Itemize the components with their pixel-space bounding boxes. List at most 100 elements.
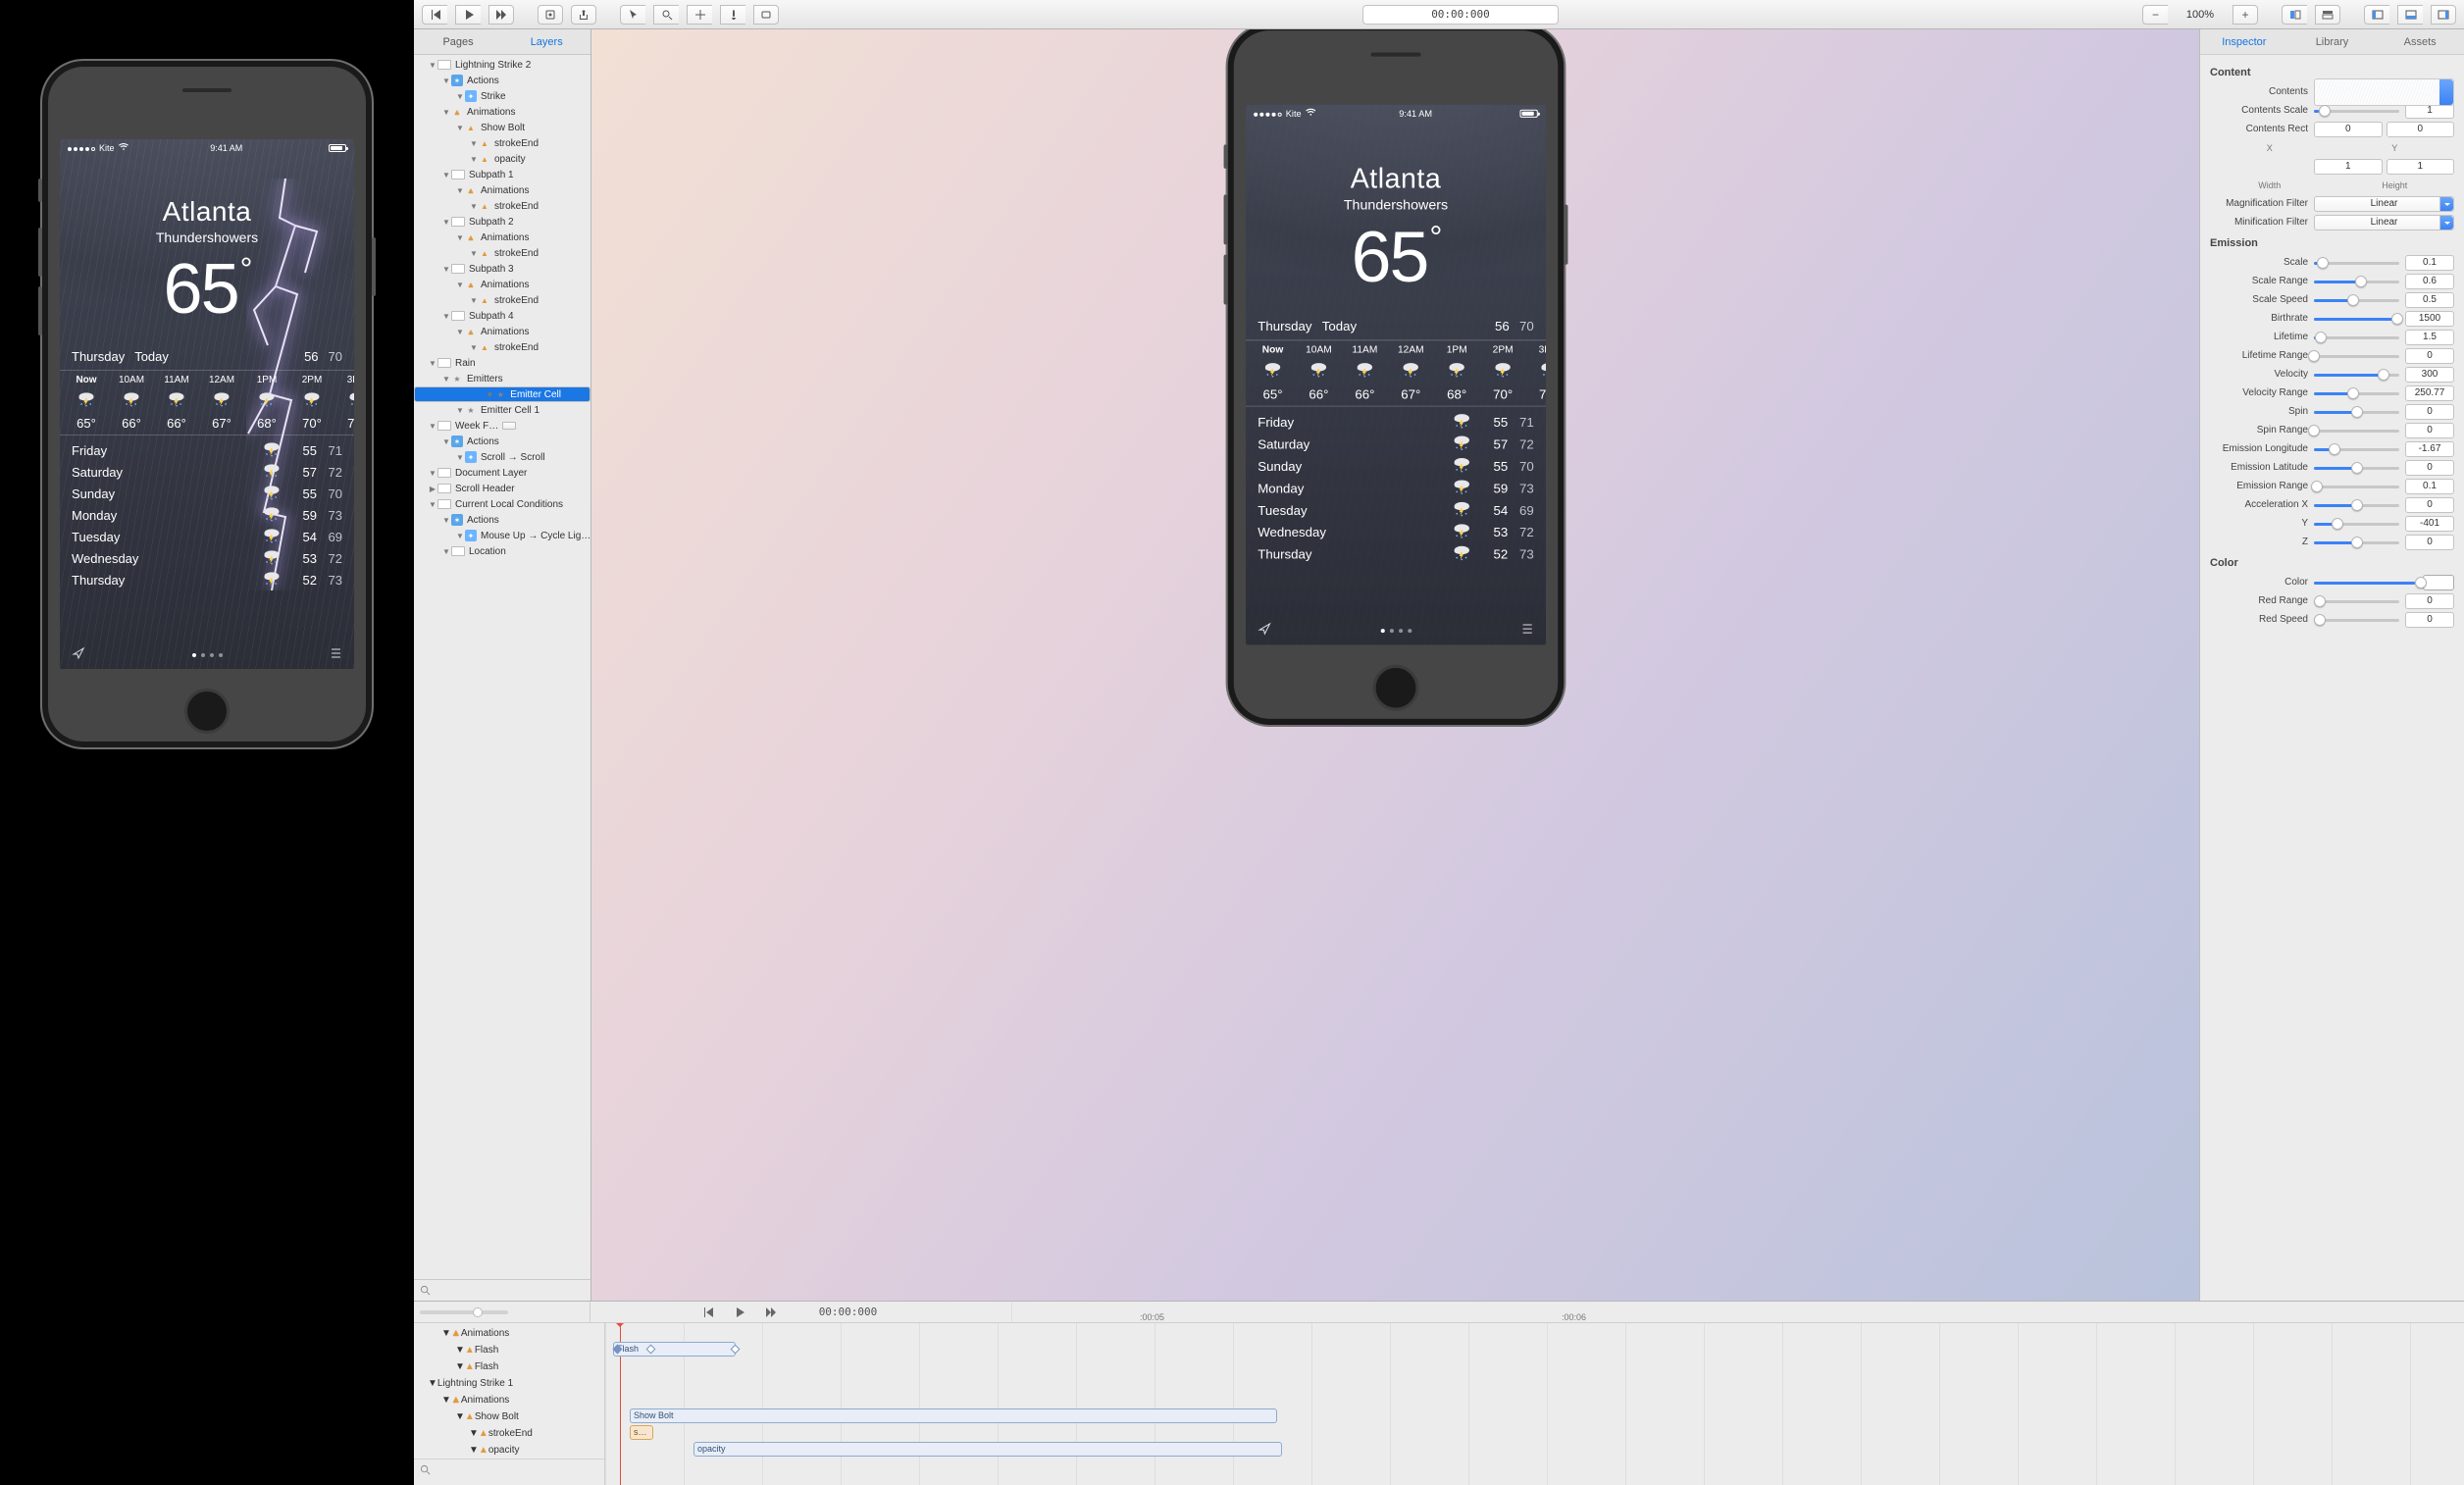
play-button[interactable] (455, 5, 481, 25)
tl-next-button[interactable] (758, 1303, 784, 1322)
property-slider[interactable] (2314, 293, 2399, 307)
layer-row[interactable]: ▼Animations (414, 324, 590, 339)
property-value[interactable]: 300 (2405, 367, 2454, 383)
layer-row[interactable]: ▼Actions (414, 73, 590, 88)
fast-forward-button[interactable] (488, 5, 514, 25)
panel-right-toggle[interactable] (2431, 5, 2456, 25)
layer-row[interactable]: ▼strokeEnd (414, 339, 590, 355)
property-value[interactable]: -401 (2405, 516, 2454, 532)
select-tool[interactable] (620, 5, 645, 25)
layer-row[interactable]: ▼Flash (414, 1358, 604, 1375)
property-value[interactable]: 0 (2405, 460, 2454, 476)
disclosure-triangle[interactable]: ▼ (428, 469, 437, 478)
layer-row[interactable]: ▼Animations (414, 1325, 604, 1342)
disclosure-triangle[interactable]: ▼ (455, 328, 465, 336)
property-slider[interactable] (2314, 498, 2399, 512)
disclosure-triangle[interactable]: ▼ (441, 108, 451, 117)
layers-search[interactable] (414, 1279, 590, 1301)
red-range-slider[interactable] (2314, 594, 2399, 608)
rect-x[interactable]: 0 (2314, 122, 2383, 137)
disclosure-triangle[interactable]: ▼ (428, 1378, 437, 1389)
property-slider[interactable] (2314, 386, 2399, 400)
layer-row[interactable]: ▼Lightning Strike 1 (414, 1375, 604, 1392)
disclosure-triangle[interactable]: ▼ (441, 547, 451, 556)
layer-row[interactable]: ▼Subpath 2 (414, 214, 590, 230)
layer-row[interactable]: ▼strokeEnd (414, 198, 590, 214)
disclosure-triangle[interactable]: ▼ (441, 1395, 451, 1406)
timeline-clip[interactable]: Show Bolt (630, 1408, 1277, 1423)
layer-row[interactable]: ▼Animations (414, 1392, 604, 1408)
timeline-clip[interactable]: Flash (613, 1342, 736, 1357)
panel-left-toggle[interactable] (2364, 5, 2389, 25)
property-slider[interactable] (2314, 424, 2399, 437)
disclosure-triangle[interactable]: ▼ (455, 1361, 465, 1372)
property-slider[interactable] (2314, 480, 2399, 493)
disclosure-triangle[interactable]: ▼ (428, 359, 437, 368)
mag-filter-select[interactable]: Linear (2314, 196, 2454, 212)
timeline-lanes[interactable]: Flash Show Bolt s… opacity (605, 1323, 2464, 1485)
tab-library[interactable]: Library (2288, 29, 2377, 54)
disclosure-triangle[interactable]: ▼ (455, 92, 465, 101)
contents-well[interactable] (2314, 78, 2454, 106)
crop-tool[interactable] (753, 5, 779, 25)
property-value[interactable]: 0.5 (2405, 292, 2454, 308)
layer-row[interactable]: ▼Show Bolt (414, 120, 590, 135)
layer-row[interactable]: ▼Document Layer (414, 465, 590, 481)
weekly-forecast[interactable]: Friday5571Saturday5772Sunday5570Monday59… (60, 435, 354, 594)
layer-row[interactable]: ▼Emitter Cell 1 (414, 402, 590, 418)
layer-row[interactable]: ▼Rain (414, 355, 590, 371)
pan-tool[interactable] (687, 5, 712, 25)
property-value[interactable]: 0 (2405, 535, 2454, 550)
layer-row[interactable]: ▼Scroll → Scroll (414, 449, 590, 465)
disclosure-triangle[interactable]: ▼ (441, 265, 451, 274)
first-frame-button[interactable] (422, 5, 447, 25)
layer-row[interactable]: ▼Emitters (414, 371, 590, 386)
disclosure-triangle[interactable]: ▼ (455, 453, 465, 462)
timeline-search[interactable] (414, 1459, 604, 1480)
red-speed-value[interactable]: 0 (2405, 612, 2454, 628)
hourly-forecast[interactable]: Now65°10AM66°11AM66°12AM67°1PM68°2PM70°3… (60, 370, 354, 435)
rect-y[interactable]: 0 (2387, 122, 2455, 137)
disclosure-triangle[interactable]: ▼ (455, 281, 465, 289)
timeline-zoom-slider[interactable] (420, 1310, 508, 1314)
layer-row[interactable]: ▼Subpath 1 (414, 167, 590, 182)
property-value[interactable]: 0.1 (2405, 255, 2454, 271)
layer-row[interactable]: ▼Animations (414, 182, 590, 198)
disclosure-triangle[interactable]: ▼ (469, 343, 479, 352)
layer-row[interactable]: ▼Strike (414, 88, 590, 104)
disclosure-triangle[interactable]: ▼ (441, 1328, 451, 1339)
property-value[interactable]: 0.1 (2405, 479, 2454, 494)
disclosure-triangle[interactable]: ▼ (455, 406, 465, 415)
timeline-clip[interactable]: opacity (693, 1442, 1282, 1457)
tab-layers[interactable]: Layers (502, 29, 590, 54)
disclosure-triangle[interactable]: ▼ (485, 390, 494, 399)
property-value[interactable]: -1.67 (2405, 441, 2454, 457)
rect-h[interactable]: 1 (2387, 159, 2455, 175)
disclosure-triangle[interactable]: ▼ (428, 500, 437, 509)
red-speed-slider[interactable] (2314, 613, 2399, 627)
disclosure-triangle[interactable]: ▼ (455, 1345, 465, 1356)
property-value[interactable]: 1.5 (2405, 330, 2454, 345)
property-slider[interactable] (2314, 331, 2399, 344)
disclosure-triangle[interactable]: ▼ (455, 186, 465, 195)
property-value[interactable]: 0 (2405, 423, 2454, 438)
disclosure-triangle[interactable]: ▼ (441, 218, 451, 227)
disclosure-triangle[interactable]: ▼ (469, 249, 479, 258)
tl-play-button[interactable] (727, 1303, 752, 1322)
layer-row[interactable]: ▼Mouse Up → Cycle Lig… (414, 528, 590, 543)
disclosure-triangle[interactable]: ▼ (428, 422, 437, 431)
timeline-clip[interactable]: s… (630, 1425, 653, 1440)
tab-inspector[interactable]: Inspector (2200, 29, 2288, 54)
property-slider[interactable] (2314, 536, 2399, 549)
share-button[interactable] (571, 5, 596, 25)
disclosure-triangle[interactable]: ▶ (428, 485, 437, 493)
list-icon[interactable] (1519, 622, 1533, 639)
disclosure-triangle[interactable]: ▼ (455, 124, 465, 132)
weekly-forecast[interactable]: Friday5571Saturday5772Sunday5570Monday59… (1246, 407, 1546, 569)
layer-row[interactable]: ▼Location (414, 543, 590, 559)
zoom-in-button[interactable]: + (2233, 5, 2258, 25)
layer-row[interactable]: ▼Actions (414, 434, 590, 449)
color-slider[interactable] (2314, 576, 2417, 589)
layer-row[interactable]: ▼Subpath 4 (414, 308, 590, 324)
layer-row[interactable]: ▼strokeEnd (414, 1425, 604, 1442)
